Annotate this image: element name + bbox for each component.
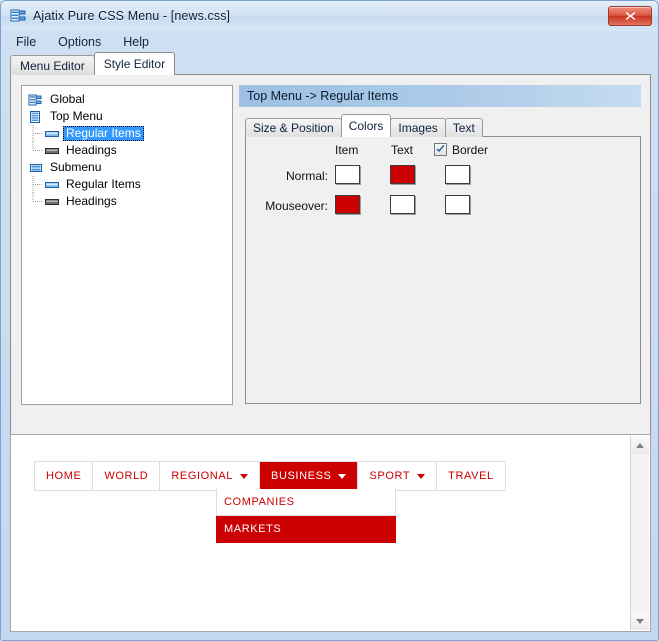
preview-submenu: COMPANIES MARKETS bbox=[216, 489, 396, 543]
scroll-down-arrow-icon[interactable] bbox=[631, 612, 649, 630]
main-tab-strip: Menu Editor Style Editor bbox=[10, 52, 651, 75]
app-window-icon bbox=[10, 8, 26, 24]
submenu-icon bbox=[28, 160, 44, 176]
preview-canvas: HOME WORLD REGIONAL BUSINESS SPORT TRAVE… bbox=[12, 436, 631, 630]
tab-images[interactable]: Images bbox=[390, 118, 446, 137]
preview-menu-label: HOME bbox=[46, 470, 82, 482]
heading-item-icon bbox=[44, 143, 60, 159]
scroll-up-arrow-icon[interactable] bbox=[631, 436, 649, 454]
preview-panel: HOME WORLD REGIONAL BUSINESS SPORT TRAVE… bbox=[10, 434, 651, 632]
application-window: Ajatix Pure CSS Menu - [news.css] File O… bbox=[0, 0, 659, 641]
preview-menu-label: REGIONAL bbox=[171, 470, 234, 482]
column-header-text: Text bbox=[391, 143, 414, 157]
column-header-border: Border bbox=[452, 143, 489, 157]
detail-panel: Top Menu -> Regular Items Size & Positio… bbox=[239, 85, 641, 405]
close-button[interactable] bbox=[608, 6, 652, 26]
column-header-item: Item bbox=[335, 143, 359, 157]
preview-menu-label: BUSINESS bbox=[271, 470, 332, 482]
normal-border-color-swatch[interactable] bbox=[445, 165, 470, 184]
menu-options[interactable]: Options bbox=[56, 33, 111, 52]
scrollbar-track[interactable] bbox=[631, 454, 649, 612]
chevron-down-icon bbox=[338, 473, 347, 479]
menu-bar: File Options Help bbox=[2, 31, 657, 53]
tree-connector bbox=[28, 142, 44, 159]
chevron-down-icon bbox=[240, 473, 249, 479]
tree-item-sub-regular-items[interactable]: Regular Items bbox=[22, 176, 232, 193]
colors-tab-page: Item Text Border Normal: Mouseover: bbox=[245, 136, 641, 404]
tree-label: Top Menu bbox=[50, 109, 103, 123]
heading-item-icon bbox=[44, 194, 60, 210]
topmenu-icon bbox=[28, 109, 44, 125]
menu-help[interactable]: Help bbox=[121, 33, 159, 52]
tree-item-global[interactable]: Global bbox=[22, 91, 232, 108]
colors-grid: Item Text Border Normal: Mouseover: bbox=[246, 137, 642, 227]
tab-size-position[interactable]: Size & Position bbox=[245, 118, 342, 137]
preview-menu-home[interactable]: HOME bbox=[35, 462, 94, 490]
chevron-down-icon bbox=[417, 473, 426, 479]
tab-colors[interactable]: Colors bbox=[340, 114, 392, 137]
mouseover-border-color-swatch[interactable] bbox=[445, 195, 470, 214]
normal-item-color-swatch[interactable] bbox=[335, 165, 360, 184]
title-bar: Ajatix Pure CSS Menu - [news.css] bbox=[1, 1, 658, 31]
tree-label: Regular Items bbox=[66, 177, 141, 191]
preview-menu-label: TRAVEL bbox=[448, 470, 494, 482]
mouseover-text-color-swatch[interactable] bbox=[390, 195, 415, 214]
preview-menu-regional[interactable]: REGIONAL bbox=[160, 462, 261, 490]
tab-style-editor[interactable]: Style Editor bbox=[93, 52, 176, 75]
preview-menu-world[interactable]: WORLD bbox=[93, 462, 161, 490]
style-tree[interactable]: Global Top Menu Regular Items Headings S… bbox=[21, 85, 233, 405]
preview-top-menu: HOME WORLD REGIONAL BUSINESS SPORT TRAVE… bbox=[34, 461, 506, 491]
preview-scrollbar[interactable] bbox=[630, 436, 649, 630]
tree-item-sub-headings[interactable]: Headings bbox=[22, 193, 232, 210]
normal-text-color-swatch[interactable] bbox=[390, 165, 415, 184]
preview-menu-travel[interactable]: TRAVEL bbox=[437, 462, 505, 490]
regular-item-icon bbox=[44, 177, 60, 193]
tree-label: Submenu bbox=[50, 160, 102, 174]
tab-text[interactable]: Text bbox=[444, 118, 483, 137]
tree-label: Global bbox=[50, 92, 85, 106]
border-checkbox[interactable] bbox=[434, 143, 447, 156]
tree-label: Headings bbox=[66, 143, 117, 157]
preview-submenu-companies[interactable]: COMPANIES bbox=[216, 489, 396, 516]
mouseover-item-color-swatch[interactable] bbox=[335, 195, 360, 214]
detail-tab-strip: Size & Position Colors Images Text bbox=[245, 114, 483, 137]
tree-item-top-menu[interactable]: Top Menu bbox=[22, 108, 232, 125]
tab-menu-editor[interactable]: Menu Editor bbox=[10, 55, 95, 75]
tree-item-top-headings[interactable]: Headings bbox=[22, 142, 232, 159]
tree-label: Headings bbox=[66, 194, 117, 208]
global-icon bbox=[28, 92, 44, 108]
tree-connector bbox=[28, 193, 44, 210]
tree-label: Regular Items bbox=[63, 126, 144, 141]
regular-item-icon bbox=[44, 126, 60, 142]
row-label-mouseover: Mouseover: bbox=[265, 199, 328, 213]
tree-item-submenu[interactable]: Submenu bbox=[22, 159, 232, 176]
row-label-normal: Normal: bbox=[285, 169, 328, 183]
menu-file[interactable]: File bbox=[14, 33, 46, 52]
preview-menu-business[interactable]: BUSINESS bbox=[260, 462, 359, 490]
tree-item-top-regular-items[interactable]: Regular Items bbox=[22, 125, 232, 142]
preview-menu-sport[interactable]: SPORT bbox=[358, 462, 438, 490]
preview-menu-label: WORLD bbox=[104, 470, 149, 482]
preview-menu-label: SPORT bbox=[369, 470, 411, 482]
style-editor-page: Global Top Menu Regular Items Headings S… bbox=[10, 74, 651, 442]
tree-connector bbox=[28, 125, 44, 142]
detail-header: Top Menu -> Regular Items bbox=[239, 85, 641, 107]
tree-connector bbox=[28, 176, 44, 193]
window-title: Ajatix Pure CSS Menu - [news.css] bbox=[33, 9, 231, 23]
preview-submenu-markets[interactable]: MARKETS bbox=[216, 516, 396, 543]
